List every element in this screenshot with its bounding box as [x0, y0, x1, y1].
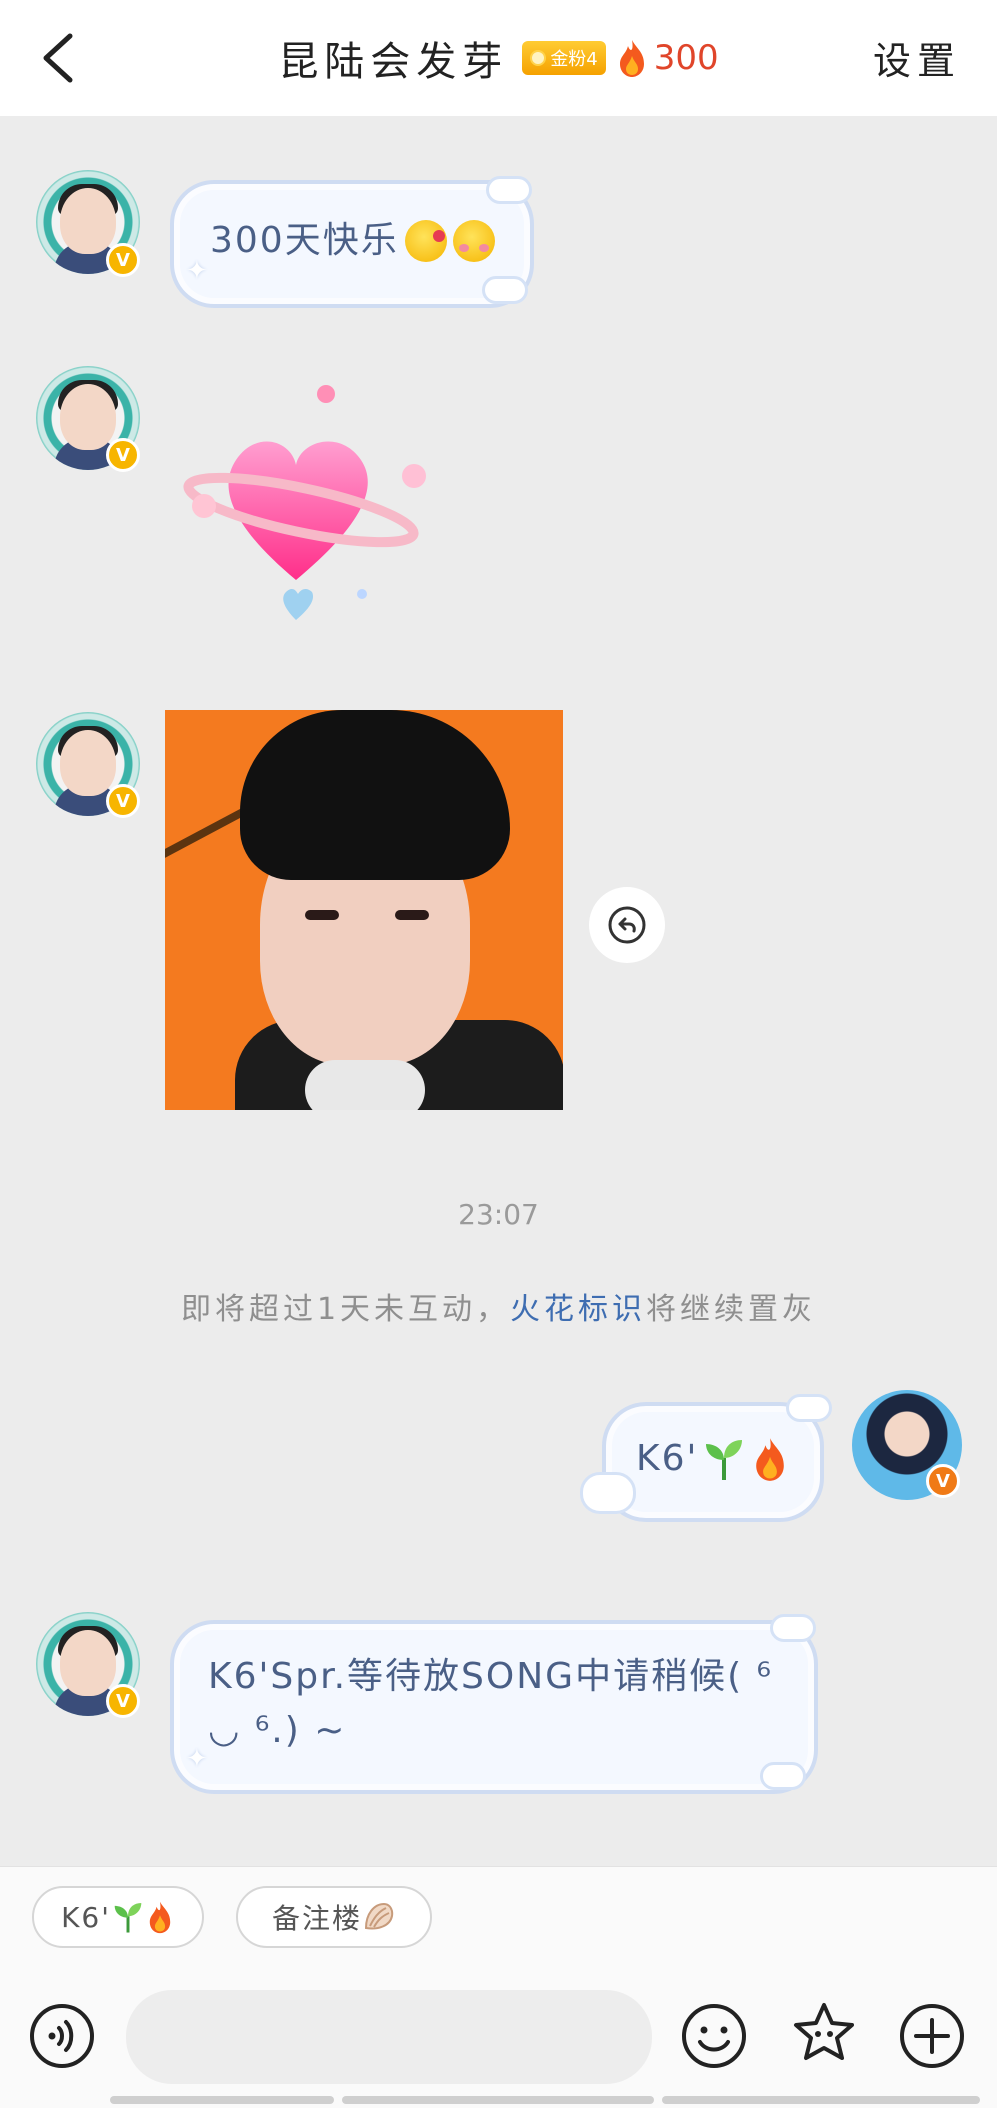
verified-badge-icon: V: [106, 243, 140, 277]
verified-badge-icon: V: [926, 1464, 960, 1498]
voice-icon[interactable]: [28, 2002, 96, 2070]
message-input[interactable]: [126, 1990, 652, 2084]
message-timestamp: 23:07: [458, 1198, 539, 1231]
bubble-cloud-decoration: [486, 176, 532, 204]
message-text: 300天快乐: [210, 220, 399, 261]
scroll-indicator: [662, 2096, 980, 2104]
sprout-icon: [114, 1902, 142, 1933]
message-text-line: ◡ ⁶.) ~: [208, 1710, 347, 1751]
notice-text-end: 将继续置灰: [646, 1292, 817, 1327]
message-bubble[interactable]: 300天快乐: [170, 180, 534, 308]
plus-icon[interactable]: [898, 2002, 966, 2070]
scroll-indicator: [110, 2096, 334, 2104]
bubble-cloud-decoration: [482, 276, 528, 304]
fire-icon: [149, 1901, 171, 1934]
back-icon[interactable]: [34, 30, 84, 86]
kiss-emoji-icon: [404, 220, 447, 262]
bubble-cloud-decoration: [760, 1762, 806, 1790]
title-area: 昆陆会发芽 金粉4 300: [0, 0, 997, 116]
message-text: K6': [636, 1438, 699, 1479]
fire-icon: [756, 1438, 785, 1481]
fire-icon: [619, 40, 644, 77]
badge-label: 金粉4: [550, 49, 598, 70]
fan-level-badge: 金粉4: [522, 41, 606, 75]
photo-message[interactable]: [165, 710, 563, 1110]
verified-badge-icon: V: [106, 438, 140, 472]
fire-count: 300: [653, 38, 719, 78]
message-bubble[interactable]: K6'Spr.等待放SONG中请稍候( ⁶ ◡ ⁶.) ~: [170, 1620, 818, 1794]
sticker-icon[interactable]: [790, 2000, 858, 2068]
heart-sticker-icon[interactable]: [176, 380, 446, 640]
chat-title: 昆陆会发芽: [278, 39, 509, 85]
scroll-indicator: [342, 2096, 654, 2104]
message-text-line: K6'Spr.等待放SONG中请稍候( ⁶: [208, 1656, 773, 1697]
quick-reply-label: 备注楼: [271, 1902, 362, 1935]
sparkle-icon: ✦: [186, 1744, 208, 1774]
my-message-bubble[interactable]: K6': [602, 1402, 824, 1522]
verified-badge-icon: V: [106, 784, 140, 818]
quick-reply-label: K6': [61, 1900, 111, 1934]
bubble-cloud-decoration: [770, 1614, 816, 1642]
quick-reply-chip[interactable]: K6': [32, 1886, 204, 1948]
emoji-icon[interactable]: [680, 2002, 748, 2070]
verified-badge-icon: V: [106, 1684, 140, 1718]
sparkle-icon: ✦: [186, 256, 208, 286]
forward-button[interactable]: [589, 887, 665, 963]
forward-icon: [608, 906, 646, 944]
notice-text: 即将超过1天未互动，: [180, 1292, 511, 1327]
bubble-cloud-decoration: [786, 1394, 832, 1422]
top-bar: 昆陆会发芽 金粉4 300 设置: [0, 0, 997, 116]
quick-reply-chip[interactable]: 备注楼: [236, 1886, 432, 1948]
bubble-cloud-decoration: [580, 1472, 636, 1514]
shell-icon: [364, 1902, 394, 1930]
system-notice: 即将超过1天未互动，火花标识将继续置灰: [0, 1284, 997, 1328]
badge-icon: [530, 50, 547, 66]
settings-button[interactable]: 设置: [873, 30, 961, 85]
notice-link[interactable]: 火花标识: [510, 1292, 646, 1327]
sprout-icon: [706, 1440, 743, 1480]
blush-emoji-icon: [452, 220, 495, 262]
